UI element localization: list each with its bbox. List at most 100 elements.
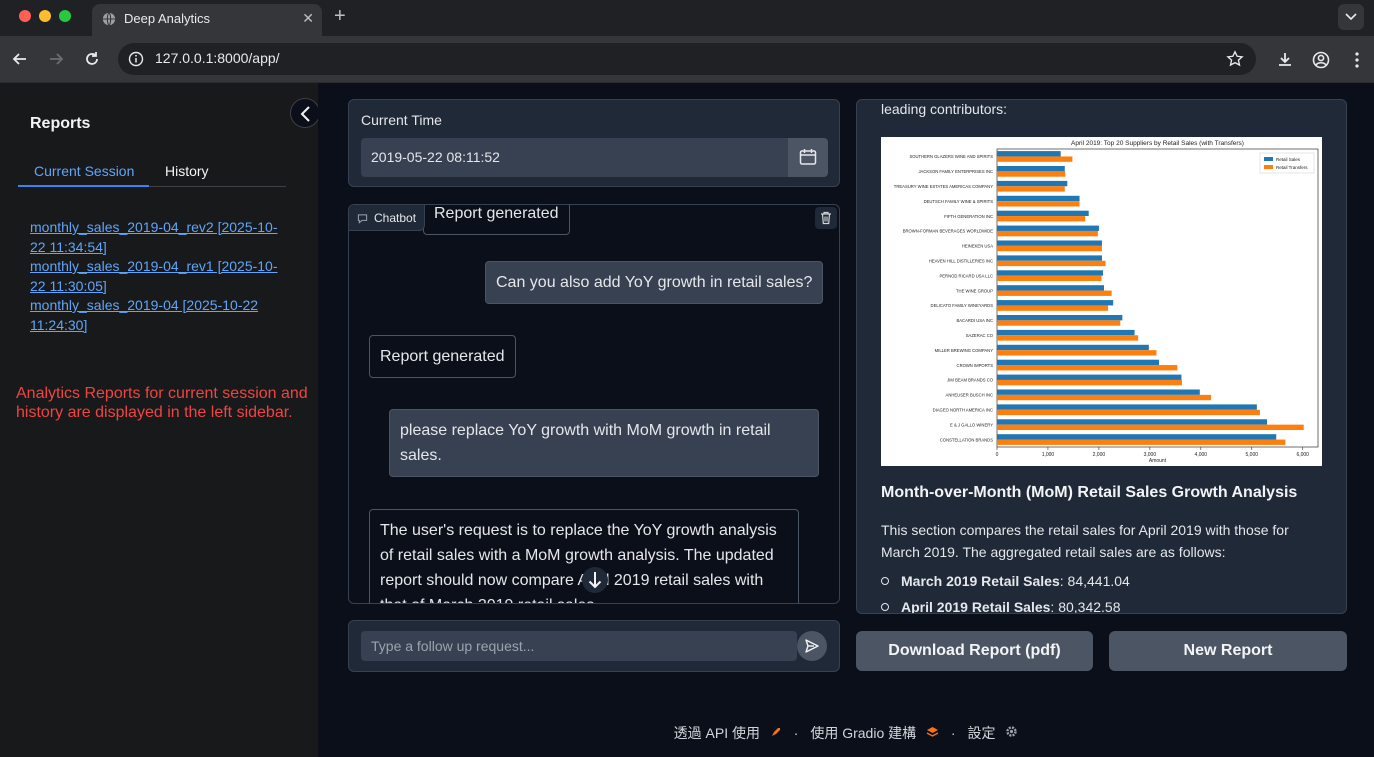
bar <box>997 329 1135 336</box>
list-item-label: April 2019 Retail Sales <box>901 599 1051 614</box>
gradio-link[interactable]: 使用 Gradio 建構 <box>810 723 916 743</box>
reload-icon[interactable] <box>82 49 102 69</box>
bar <box>997 290 1112 296</box>
bot-message: The user's request is to replace the YoY… <box>369 509 799 603</box>
sidebar-annotation: Analytics Reports for current session an… <box>16 385 308 421</box>
y-tick-label: BACARDI USA INC <box>956 318 993 323</box>
bar <box>997 255 1102 261</box>
bar <box>997 210 1089 217</box>
browser-tab-bar: Deep Analytics ✕ + <box>0 0 1374 36</box>
window-close-button[interactable] <box>19 10 31 22</box>
x-tick-label: 6,000 <box>1296 452 1309 458</box>
legend-label: Retail Sales <box>1276 157 1301 162</box>
x-axis-label: Amount <box>1149 458 1167 464</box>
calendar-button[interactable] <box>788 138 828 177</box>
chart-title: April 2019: Top 20 Suppliers by Retail S… <box>1071 140 1244 147</box>
trash-icon <box>821 211 831 225</box>
bar <box>997 404 1257 410</box>
list-item: April 2019 Retail Sales: 80,342.58 <box>881 594 1130 614</box>
bar <box>997 156 1073 162</box>
followup-input[interactable] <box>361 631 797 661</box>
report-panel[interactable]: leading contributors: April 2019: Top 20… <box>856 99 1347 614</box>
x-tick-label: 4,000 <box>1195 452 1208 458</box>
footer-separator: · <box>793 725 799 741</box>
y-tick-label: FIFTH GENERATION INC <box>944 214 993 219</box>
browser-tab[interactable]: Deep Analytics ✕ <box>92 4 322 36</box>
current-time-input[interactable]: 2019-05-22 08:11:52 <box>361 138 788 177</box>
chevron-left-icon <box>300 106 310 122</box>
legend-swatch <box>1264 157 1273 161</box>
y-tick-label: THE WINE GROUP <box>956 288 993 293</box>
bar <box>997 379 1182 386</box>
forward-arrow-icon[interactable] <box>46 49 66 69</box>
tab-current-session[interactable]: Current Session <box>34 163 134 179</box>
report-link[interactable]: monthly_sales_2019-04_rev1 [2025-10-22 1… <box>30 257 280 296</box>
list-item-value: : 84,441.04 <box>1059 573 1130 589</box>
arrow-down-icon <box>588 572 602 589</box>
y-tick-label: DIAGEO NORTH AMERICA INC <box>933 407 993 412</box>
bar <box>997 186 1065 192</box>
download-icon[interactable] <box>1275 50 1295 70</box>
bar <box>997 195 1080 202</box>
report-section-title: Month-over-Month (MoM) Retail Sales Grow… <box>881 484 1298 501</box>
bar <box>997 335 1139 341</box>
api-link[interactable]: 透過 API 使用 <box>674 723 760 743</box>
y-tick-label: HEAVEN HILL DISTILLERIES INC <box>929 258 993 263</box>
list-item-value: : 80,342.58 <box>1050 599 1121 614</box>
site-info-icon[interactable] <box>128 51 144 67</box>
scroll-to-bottom-button[interactable] <box>582 567 608 593</box>
bar <box>997 439 1286 445</box>
y-tick-label: DEUTSCH FAMILY WINE & SPIRITS <box>924 199 994 204</box>
tab-search-button[interactable] <box>1338 4 1364 30</box>
chatbot-label-text: Chatbot <box>374 211 417 225</box>
bar <box>997 165 1065 172</box>
bar <box>997 374 1182 380</box>
bar <box>997 350 1157 356</box>
new-tab-button[interactable]: + <box>334 4 346 28</box>
bar <box>997 180 1068 187</box>
bar <box>997 171 1066 177</box>
bookmark-star-icon[interactable] <box>1226 50 1244 68</box>
bar <box>997 365 1178 371</box>
bar <box>997 245 1102 252</box>
window-minimize-button[interactable] <box>39 10 51 22</box>
legend-box <box>1259 152 1315 174</box>
bar <box>997 320 1121 326</box>
download-report-button[interactable]: Download Report (pdf) <box>856 631 1093 671</box>
calendar-icon <box>799 149 817 165</box>
send-button[interactable] <box>797 631 827 661</box>
suppliers-bar-chart: April 2019: Top 20 Suppliers by Retail S… <box>881 137 1322 466</box>
chatbot-panel[interactable]: Chatbot Report generated Can you also ad… <box>348 204 840 604</box>
tab-close-icon[interactable]: ✕ <box>302 10 314 27</box>
legend-swatch <box>1264 165 1273 169</box>
gear-icon <box>1005 725 1018 741</box>
send-icon <box>805 639 819 653</box>
chatbot-label: Chatbot <box>349 205 426 231</box>
bar <box>997 409 1260 416</box>
bar <box>997 389 1200 395</box>
main-area: Current Time 2019-05-22 08:11:52 Chatbot… <box>318 83 1374 757</box>
profile-icon[interactable] <box>1311 50 1331 70</box>
y-tick-label: CROWN IMPORTS <box>957 363 994 368</box>
bar <box>997 424 1304 431</box>
y-tick-label: E & J GALLO WINERY <box>950 422 993 427</box>
y-tick-label: JIM BEAM BRANDS CO <box>947 378 994 383</box>
reports-sidebar: Reports Current Session History monthly_… <box>0 83 318 757</box>
window-maximize-button[interactable] <box>59 10 71 22</box>
address-bar[interactable]: 127.0.0.1:8000/app/ <box>118 43 1256 75</box>
report-link[interactable]: monthly_sales_2019-04 [2025-10-22 11:24:… <box>30 296 280 335</box>
chat-icon <box>357 214 368 224</box>
clear-chat-button[interactable] <box>815 207 837 229</box>
bar <box>997 394 1211 401</box>
footer: 透過 API 使用 · 使用 Gradio 建構 · 設定 <box>318 723 1374 743</box>
tab-history[interactable]: History <box>165 163 209 179</box>
list-item: March 2019 Retail Sales: 84,441.04 <box>881 568 1130 594</box>
report-link[interactable]: monthly_sales_2019-04_rev2 [2025-10-22 1… <box>30 218 280 257</box>
y-tick-label: BROWN-FORMAN BEVERAGES WORLDWIDE <box>903 229 993 234</box>
more-menu-icon[interactable] <box>1347 50 1367 70</box>
sidebar-collapse-button[interactable] <box>290 98 320 128</box>
back-arrow-icon[interactable] <box>10 49 30 69</box>
new-report-button[interactable]: New Report <box>1109 631 1347 671</box>
settings-link[interactable]: 設定 <box>967 723 995 743</box>
active-tab-indicator <box>18 185 149 187</box>
